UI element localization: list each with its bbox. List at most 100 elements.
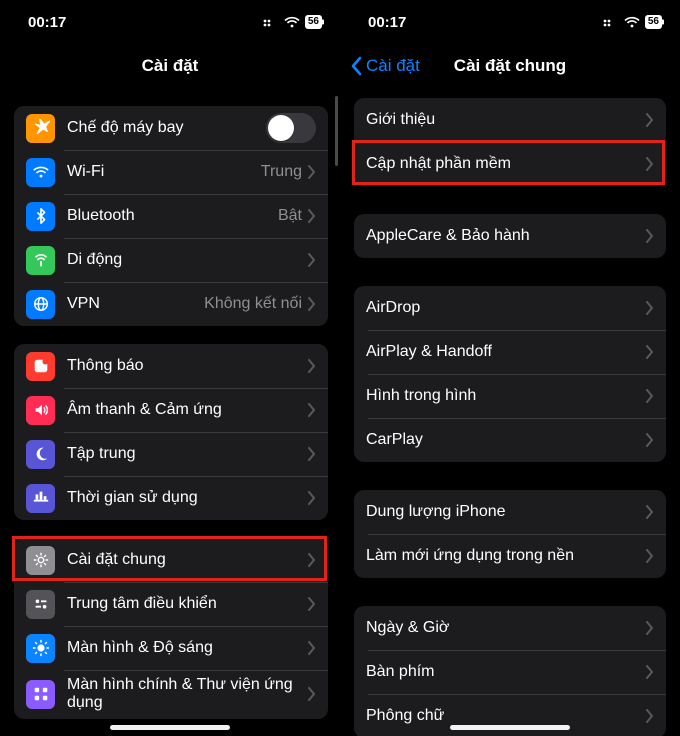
- chevron-right-icon: [646, 157, 654, 171]
- chevron-right-icon: [646, 433, 654, 447]
- wifi-status-icon: [284, 16, 300, 28]
- row-label: Màn hình chính & Thư viện ứng dụng: [67, 676, 308, 713]
- nav-title: Cài đặt: [142, 56, 199, 76]
- row-label: Thời gian sử dụng: [67, 489, 308, 507]
- chevron-right-icon: [646, 621, 654, 635]
- status-time: 00:17: [28, 14, 66, 31]
- cellular-dots-icon: [263, 17, 279, 27]
- chevron-right-icon: [308, 641, 316, 655]
- settings-row[interactable]: Thời gian sử dụng: [14, 476, 328, 520]
- focus-icon: [26, 440, 55, 469]
- homescreen-icon: [26, 680, 55, 709]
- chevron-right-icon: [308, 253, 316, 267]
- chevron-right-icon: [308, 597, 316, 611]
- settings-row[interactable]: Trung tâm điều khiển: [14, 582, 328, 626]
- settings-row[interactable]: CarPlay: [354, 418, 666, 462]
- chevron-right-icon: [308, 491, 316, 505]
- settings-group: AppleCare & Bảo hành: [354, 214, 666, 258]
- screentime-icon: [26, 484, 55, 513]
- settings-row[interactable]: AirPlay & Handoff: [354, 330, 666, 374]
- row-label: AirDrop: [366, 299, 646, 317]
- battery-icon: 56: [305, 15, 322, 29]
- chevron-right-icon: [646, 505, 654, 519]
- row-label: Trung tâm điều khiển: [67, 595, 308, 613]
- settings-row[interactable]: Cài đặt chung: [14, 538, 328, 582]
- settings-row[interactable]: Di động: [14, 238, 328, 282]
- settings-row[interactable]: Giới thiệu: [354, 98, 666, 142]
- scrollbar[interactable]: [335, 96, 338, 166]
- settings-row[interactable]: Bàn phím: [354, 650, 666, 694]
- row-label: Âm thanh & Cảm ứng: [67, 401, 308, 419]
- row-value: Bật: [278, 207, 302, 225]
- home-indicator[interactable]: [110, 725, 230, 730]
- settings-row[interactable]: AppleCare & Bảo hành: [354, 214, 666, 258]
- chevron-right-icon: [646, 709, 654, 723]
- chevron-right-icon: [308, 553, 316, 567]
- chevron-right-icon: [646, 345, 654, 359]
- row-label: Bluetooth: [67, 207, 278, 225]
- settings-row[interactable]: Màn hình chính & Thư viện ứng dụng: [14, 670, 328, 719]
- settings-group: Chế độ máy bayWi-FiTrungBluetoothBậtDi đ…: [14, 106, 328, 326]
- battery-icon: 56: [645, 15, 662, 29]
- chevron-right-icon: [308, 359, 316, 373]
- settings-row[interactable]: Dung lượng iPhone: [354, 490, 666, 534]
- settings-row[interactable]: Thông báo: [14, 344, 328, 388]
- status-time: 00:17: [368, 14, 406, 31]
- row-value: Không kết nối: [204, 295, 302, 313]
- chevron-right-icon: [646, 549, 654, 563]
- chevron-right-icon: [646, 229, 654, 243]
- settings-group: Thông báo Âm thanh & Cảm ứng Tập trung Thời…: [14, 344, 328, 520]
- sounds-icon: [26, 396, 55, 425]
- chevron-right-icon: [308, 447, 316, 461]
- settings-row[interactable]: Wi-FiTrung: [14, 150, 328, 194]
- chevron-right-icon: [308, 403, 316, 417]
- back-button[interactable]: Cài đặt: [350, 44, 420, 88]
- toggle-switch[interactable]: [266, 113, 316, 143]
- settings-group: Cài đặt chung Trung tâm điều khiển Màn hìn…: [14, 538, 328, 719]
- settings-row[interactable]: Ngày & Giờ: [354, 606, 666, 650]
- chevron-right-icon: [308, 297, 316, 311]
- chevron-right-icon: [646, 113, 654, 127]
- settings-group: Dung lượng iPhone Làm mới ứng dụng trong …: [354, 490, 666, 578]
- settings-row[interactable]: Màn hình & Độ sáng: [14, 626, 328, 670]
- vpn-icon: [26, 290, 55, 319]
- settings-row[interactable]: Chế độ máy bay: [14, 106, 328, 150]
- wifi-status-icon: [624, 16, 640, 28]
- row-label: Dung lượng iPhone: [366, 503, 646, 521]
- chevron-right-icon: [308, 687, 316, 701]
- row-label: Tập trung: [67, 445, 308, 463]
- cellular-icon: [26, 246, 55, 275]
- chevron-right-icon: [646, 389, 654, 403]
- row-label: Wi-Fi: [67, 163, 261, 181]
- cellular-dots-icon: [603, 17, 619, 27]
- row-label: Ngày & Giờ: [366, 619, 646, 637]
- row-label: Chế độ máy bay: [67, 119, 266, 137]
- airplane-icon: [26, 114, 55, 143]
- settings-row[interactable]: Tập trung: [14, 432, 328, 476]
- chevron-right-icon: [646, 665, 654, 679]
- row-label: AirPlay & Handoff: [366, 343, 646, 361]
- settings-row[interactable]: Cập nhật phần mềm: [354, 142, 666, 186]
- row-label: Cập nhật phần mềm: [366, 155, 646, 173]
- row-label: Thông báo: [67, 357, 308, 375]
- back-label: Cài đặt: [366, 56, 420, 76]
- home-indicator[interactable]: [450, 725, 570, 730]
- general-icon: [26, 546, 55, 575]
- wifi-icon: [26, 158, 55, 187]
- bluetooth-icon: [26, 202, 55, 231]
- settings-row[interactable]: Âm thanh & Cảm ứng: [14, 388, 328, 432]
- settings-row[interactable]: BluetoothBật: [14, 194, 328, 238]
- controlcenter-icon: [26, 590, 55, 619]
- row-label: VPN: [67, 295, 204, 313]
- chevron-right-icon: [308, 209, 316, 223]
- settings-row[interactable]: VPNKhông kết nối: [14, 282, 328, 326]
- settings-row[interactable]: Làm mới ứng dụng trong nền: [354, 534, 666, 578]
- chevron-right-icon: [646, 301, 654, 315]
- settings-group: Giới thiệu Cập nhật phần mềm: [354, 98, 666, 186]
- settings-row[interactable]: Hình trong hình: [354, 374, 666, 418]
- chevron-right-icon: [308, 165, 316, 179]
- row-label: Di động: [67, 251, 308, 269]
- row-label: Màn hình & Độ sáng: [67, 639, 308, 657]
- nav-title: Cài đặt chung: [454, 56, 566, 76]
- settings-row[interactable]: AirDrop: [354, 286, 666, 330]
